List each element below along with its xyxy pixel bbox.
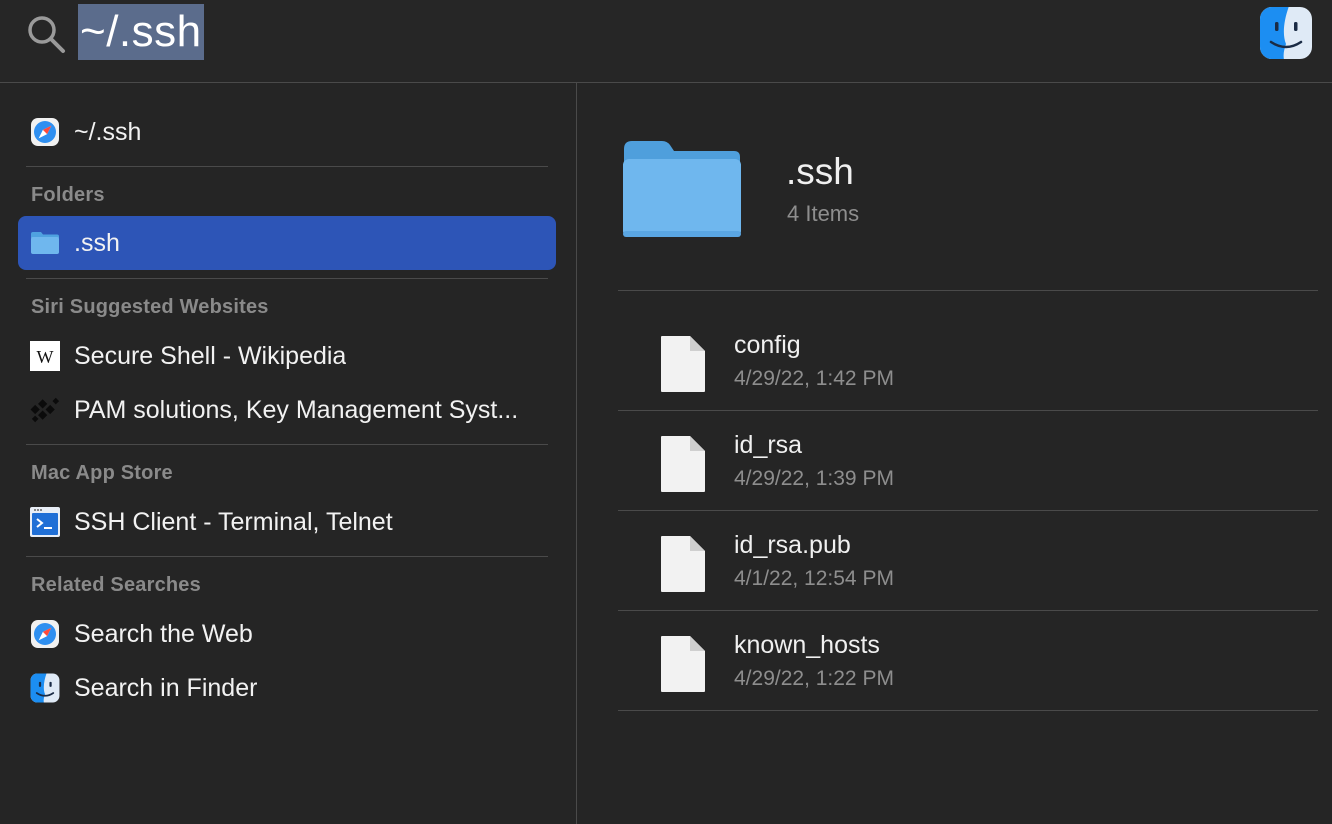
search-icon (28, 16, 65, 53)
file-row-known-hosts[interactable]: known_hosts 4/29/22, 1:22 PM (618, 611, 1318, 711)
divider (26, 278, 548, 279)
folder-icon (623, 141, 741, 237)
result-label: .ssh (74, 228, 120, 257)
file-row-id-rsa-pub[interactable]: id_rsa.pub 4/1/22, 12:54 PM (618, 511, 1318, 611)
file-name: id_rsa (734, 431, 803, 459)
result-label: SSH Client - Terminal, Telnet (74, 507, 393, 536)
terminal-app-icon (30, 507, 60, 537)
file-name: id_rsa.pub (734, 531, 851, 559)
result-top-hit[interactable]: ~/.ssh (18, 105, 556, 159)
spotlight-window: ~/.ssh ~/.ssh Folders .ssh Siri Suggeste… (0, 0, 1332, 824)
result-ssh-com[interactable]: PAM solutions, Key Management Syst... (18, 383, 556, 437)
result-label: ~/.ssh (74, 117, 142, 146)
result-ssh-client-app[interactable]: SSH Client - Terminal, Telnet (18, 495, 556, 549)
section-header-app-store: Mac App Store (31, 462, 173, 484)
document-icon (661, 436, 705, 492)
file-name: config (734, 331, 801, 359)
section-header-related-searches: Related Searches (31, 574, 201, 596)
document-icon (661, 336, 705, 392)
preview-title: .ssh (786, 151, 854, 192)
divider (618, 290, 1318, 291)
wikipedia-icon: W (30, 341, 60, 371)
divider (26, 166, 548, 167)
section-header-siri-websites: Siri Suggested Websites (31, 296, 269, 318)
result-label: Secure Shell - Wikipedia (74, 341, 347, 370)
safari-icon (30, 619, 60, 649)
divider (618, 710, 1318, 711)
result-search-finder[interactable]: Search in Finder (18, 661, 556, 715)
search-input[interactable]: ~/.ssh (78, 4, 204, 60)
document-icon (661, 636, 705, 692)
file-name: known_hosts (734, 631, 880, 659)
result-folder-ssh[interactable]: .ssh (18, 216, 556, 270)
file-row-config[interactable]: config 4/29/22, 1:42 PM (618, 311, 1318, 411)
result-label: Search the Web (74, 619, 253, 648)
results-list: ~/.ssh Folders .ssh Siri Suggested Websi… (0, 83, 577, 824)
finder-icon (1260, 7, 1312, 59)
file-date: 4/29/22, 1:39 PM (734, 467, 894, 490)
file-date: 4/29/22, 1:42 PM (734, 367, 894, 390)
document-icon (661, 536, 705, 592)
preview-pane: .ssh 4 Items config 4/29/22, 1:42 PM id_… (578, 83, 1332, 824)
result-label: Search in Finder (74, 673, 258, 702)
safari-icon (30, 117, 60, 147)
search-bar[interactable]: ~/.ssh (0, 0, 1332, 83)
result-search-web[interactable]: Search the Web (18, 607, 556, 661)
divider (26, 556, 548, 557)
result-wikipedia[interactable]: W Secure Shell - Wikipedia (18, 329, 556, 383)
ssh-com-icon (30, 395, 60, 425)
file-date: 4/1/22, 12:54 PM (734, 567, 894, 590)
folder-icon (30, 228, 60, 258)
preview-item-count: 4 Items (787, 201, 860, 226)
file-row-id-rsa[interactable]: id_rsa 4/29/22, 1:39 PM (618, 411, 1318, 511)
section-header-folders: Folders (31, 184, 105, 206)
result-label: PAM solutions, Key Management Syst... (74, 395, 519, 424)
finder-icon (30, 673, 60, 703)
file-date: 4/29/22, 1:22 PM (734, 667, 894, 690)
svg-text:W: W (37, 347, 54, 367)
divider (26, 444, 548, 445)
